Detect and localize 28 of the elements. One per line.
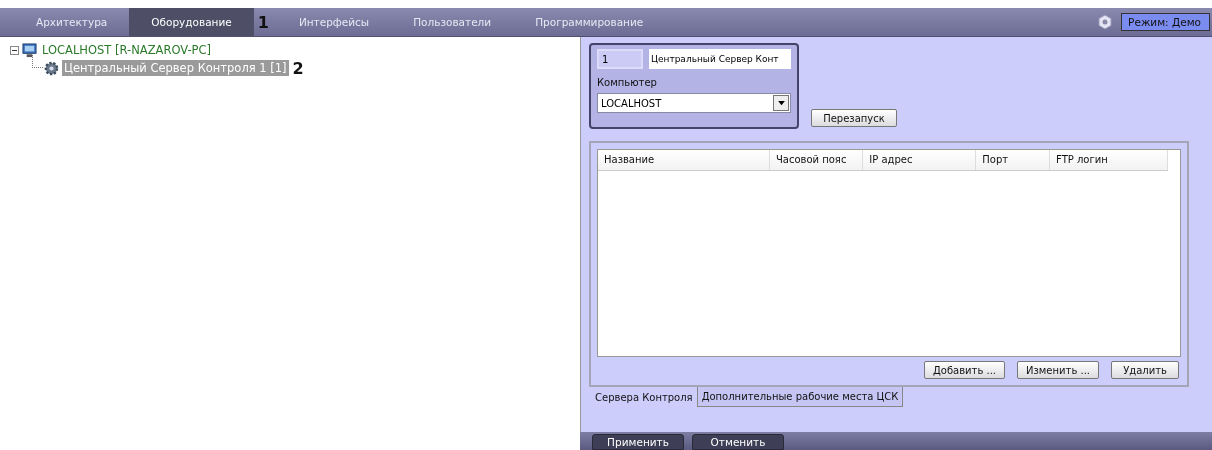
- column-header[interactable]: Порт: [976, 150, 1051, 170]
- table-button[interactable]: Добавить ...: [923, 361, 1006, 379]
- callout-number: 1: [257, 12, 269, 32]
- tab[interactable]: Архитектура: [14, 8, 130, 36]
- mode-indicator: Режим: Демо: [1121, 13, 1210, 31]
- tab[interactable]: Оборудование: [129, 8, 254, 36]
- tab[interactable]: Интерфейсы: [276, 8, 392, 36]
- caret-icon: [777, 100, 785, 106]
- column-header[interactable]: Часовой пояс: [769, 150, 864, 170]
- field-label: Компьютер: [597, 77, 658, 88]
- table-button[interactable]: Изменить ...: [1017, 361, 1099, 379]
- tree-item[interactable]: LOCALHOST [R-NAZAROV-PC]: [40, 42, 214, 58]
- hexagon-icon: [1097, 14, 1114, 30]
- collapse-toggle[interactable]: [10, 45, 19, 55]
- tab[interactable]: Дополнительные рабочие места ЦСК: [696, 387, 904, 407]
- name-field[interactable]: Центральный Сервер Конт: [649, 49, 791, 69]
- gear-icon: [44, 60, 59, 76]
- column-header[interactable]: IP адрес: [863, 150, 977, 170]
- column-header[interactable]: Название: [598, 150, 770, 170]
- footer-button[interactable]: Отменить: [692, 434, 784, 450]
- table-button[interactable]: Удалить: [1111, 361, 1179, 379]
- computer-dropdown[interactable]: LOCALHOST: [597, 93, 791, 113]
- column-header[interactable]: FTP логин: [1050, 150, 1168, 170]
- restart-button[interactable]: Перезапуск: [811, 109, 897, 127]
- number-field[interactable]: 1: [597, 49, 643, 69]
- callout-number: 2: [292, 58, 304, 78]
- footer-button[interactable]: Применить: [592, 434, 684, 450]
- monitor-icon: [22, 42, 37, 58]
